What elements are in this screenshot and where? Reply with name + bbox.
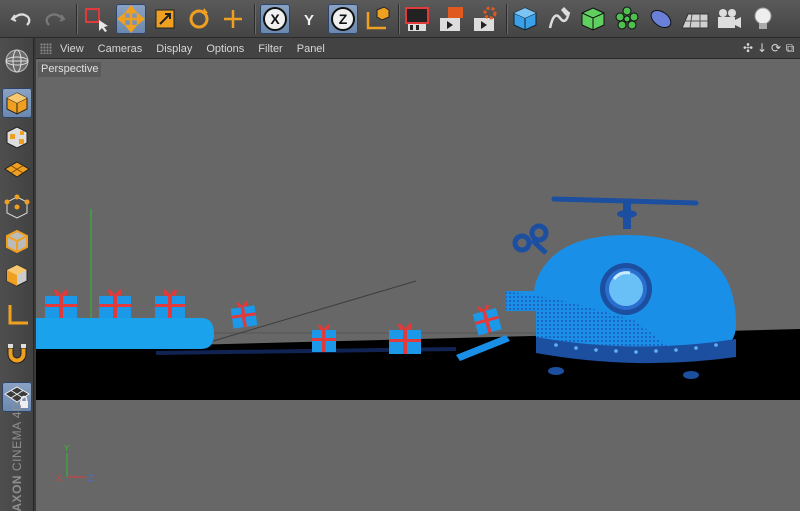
cloner-icon[interactable]	[612, 4, 642, 34]
gizmo-x-label: X	[56, 474, 62, 483]
menu-panel[interactable]: Panel	[297, 43, 325, 55]
brand-cinema4d: CINEMA 4D	[10, 401, 24, 472]
panel-grip[interactable]	[40, 43, 52, 54]
render-to-picture-viewer-icon[interactable]	[436, 4, 466, 34]
coordinate-system-icon[interactable]	[362, 4, 392, 34]
subdivision-surface-icon[interactable]	[578, 4, 608, 34]
y-axis-label: Y	[304, 12, 314, 29]
menu-filter[interactable]: Filter	[258, 43, 282, 55]
viewport-menubar: View Cameras Display Options Filter Pane…	[36, 38, 800, 59]
z-axis-label: Z	[339, 11, 348, 27]
gizmo-z-label: Z	[88, 474, 93, 483]
live-selection-icon[interactable]	[82, 4, 112, 34]
brand-maxon: MAXON	[10, 474, 24, 511]
scene-render	[36, 59, 800, 511]
rotate-icon[interactable]	[184, 4, 214, 34]
recent-tool-icon[interactable]	[218, 4, 248, 34]
deformer-icon[interactable]	[646, 4, 676, 34]
menu-display[interactable]: Display	[156, 43, 192, 55]
enable-axis-icon[interactable]	[2, 300, 32, 330]
move-icon[interactable]	[116, 4, 146, 34]
model-mode-icon[interactable]	[2, 88, 32, 118]
maxon-cinema4d-logo: MAXON CINEMA 4D	[1, 402, 33, 511]
zoom-icon[interactable]: ↓	[756, 40, 768, 56]
polygons-mode-icon[interactable]	[2, 260, 32, 290]
pan-icon[interactable]: ✣	[742, 40, 754, 56]
undo-icon[interactable]	[6, 4, 36, 34]
redo-icon[interactable]	[40, 4, 70, 34]
points-mode-icon[interactable]	[2, 192, 32, 222]
snap-icon[interactable]	[2, 340, 32, 370]
camera-icon[interactable]	[714, 4, 744, 34]
conveyor-belt	[36, 318, 214, 349]
menu-view[interactable]: View	[60, 43, 84, 55]
orientation-gizmo: Y X Z	[56, 444, 93, 483]
menu-options[interactable]: Options	[206, 43, 244, 55]
main-toolbar: X Y Z	[0, 0, 800, 38]
render-view-icon[interactable]	[402, 4, 432, 34]
y-axis-lock-button[interactable]: Y	[294, 4, 324, 34]
z-axis-lock-button[interactable]: Z	[328, 4, 358, 34]
menu-cameras[interactable]: Cameras	[98, 43, 143, 55]
workplane-icon[interactable]	[2, 156, 32, 186]
edges-mode-icon[interactable]	[2, 226, 32, 256]
scale-icon[interactable]	[150, 4, 180, 34]
x-axis-label: X	[270, 11, 280, 27]
orbit-icon[interactable]: ⟳	[770, 40, 782, 56]
make-editable-icon[interactable]	[2, 46, 32, 76]
mode-palette: MAXON CINEMA 4D	[0, 38, 34, 511]
x-axis-lock-button[interactable]: X	[260, 4, 290, 34]
pen-spline-icon[interactable]	[544, 4, 574, 34]
toggle-layout-icon[interactable]: ⧉	[784, 40, 796, 56]
cube-icon[interactable]	[510, 4, 540, 34]
perspective-viewport[interactable]: View Cameras Display Options Filter Pane…	[36, 38, 800, 511]
light-icon[interactable]	[748, 4, 778, 34]
texture-mode-icon[interactable]	[2, 122, 32, 152]
gizmo-y-label: Y	[64, 444, 70, 453]
floor-icon[interactable]	[680, 4, 710, 34]
camera-name-label: Perspective	[38, 62, 102, 77]
render-settings-icon[interactable]	[470, 4, 500, 34]
